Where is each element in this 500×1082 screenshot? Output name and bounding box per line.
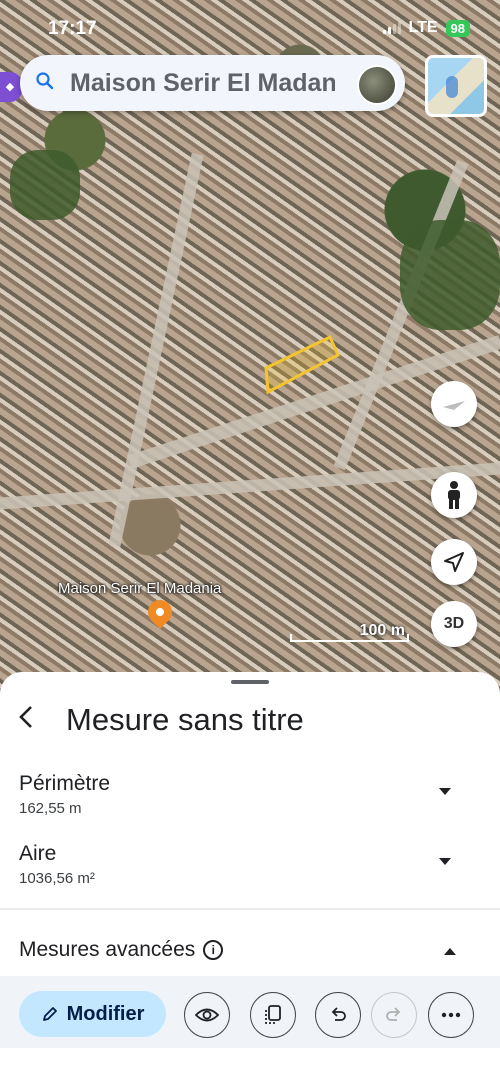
search-bar[interactable]: Maison Serir El Madania — [20, 55, 405, 111]
perimeter-row[interactable]: Périmètre 162,55 m — [19, 772, 479, 817]
area-label: Aire — [19, 842, 57, 865]
pegman-icon — [448, 481, 460, 509]
drag-handle[interactable] — [231, 680, 269, 684]
advanced-measures-label: Mesures avancées — [19, 938, 196, 961]
modify-button[interactable]: Modifier — [19, 991, 166, 1037]
status-time: 17:17 — [48, 18, 97, 39]
battery-icon: 98 — [445, 19, 470, 37]
perimeter-value: 162,55 m — [19, 800, 82, 817]
redo-button[interactable] — [371, 992, 417, 1038]
my-location-button[interactable] — [431, 539, 477, 585]
measure-toolbar: Modifier — [0, 976, 500, 1048]
back-arrow-icon — [19, 706, 32, 728]
measure-sheet: Mesure sans titre Périmètre 162,55 m Air… — [0, 672, 500, 1082]
info-icon[interactable]: i — [203, 940, 224, 960]
compass-button[interactable] — [431, 381, 477, 427]
back-button[interactable] — [16, 704, 36, 737]
undo-button[interactable] — [315, 992, 361, 1038]
place-label[interactable]: Maison Serir El Madania — [58, 580, 221, 597]
more-options-button[interactable] — [428, 992, 474, 1038]
eye-icon — [195, 1008, 219, 1022]
street-view-button[interactable] — [431, 472, 477, 518]
map-layers-button[interactable] — [425, 55, 487, 117]
copy-button[interactable] — [250, 992, 296, 1038]
status-bar: 17:17 LTE 98 — [0, 0, 500, 56]
divider — [0, 908, 500, 910]
avatar[interactable] — [357, 65, 397, 105]
chevron-up-icon[interactable] — [444, 948, 456, 955]
advanced-measures-row[interactable]: Mesures avancées i — [19, 938, 224, 962]
signal-icon — [382, 22, 401, 34]
modify-label: Modifier — [66, 1002, 145, 1025]
navigation-arrow-icon — [444, 552, 464, 572]
network-type: LTE — [408, 19, 438, 36]
scale-bar — [290, 634, 409, 642]
area-row[interactable]: Aire 1036,56 m² — [19, 842, 479, 887]
pencil-icon — [42, 1007, 57, 1021]
area-value: 1036,56 m² — [19, 870, 95, 887]
perimeter-label: Périmètre — [19, 772, 111, 795]
compass-icon — [443, 401, 465, 410]
chevron-down-icon[interactable] — [439, 858, 451, 865]
search-input[interactable]: Maison Serir El Madania — [70, 69, 335, 98]
gemini-side-tab[interactable]: ◆ — [0, 72, 22, 102]
visibility-button[interactable] — [184, 992, 230, 1038]
search-icon — [20, 71, 70, 95]
map-scale: 100 m — [290, 622, 409, 644]
more-dots-icon — [441, 1012, 461, 1018]
undo-icon — [331, 1007, 346, 1021]
chevron-down-icon[interactable] — [439, 788, 451, 795]
redo-icon — [386, 1007, 401, 1021]
copy-icon — [265, 1005, 281, 1024]
view-3d-button[interactable]: 3D — [431, 601, 477, 647]
sheet-title: Mesure sans titre — [66, 702, 304, 737]
